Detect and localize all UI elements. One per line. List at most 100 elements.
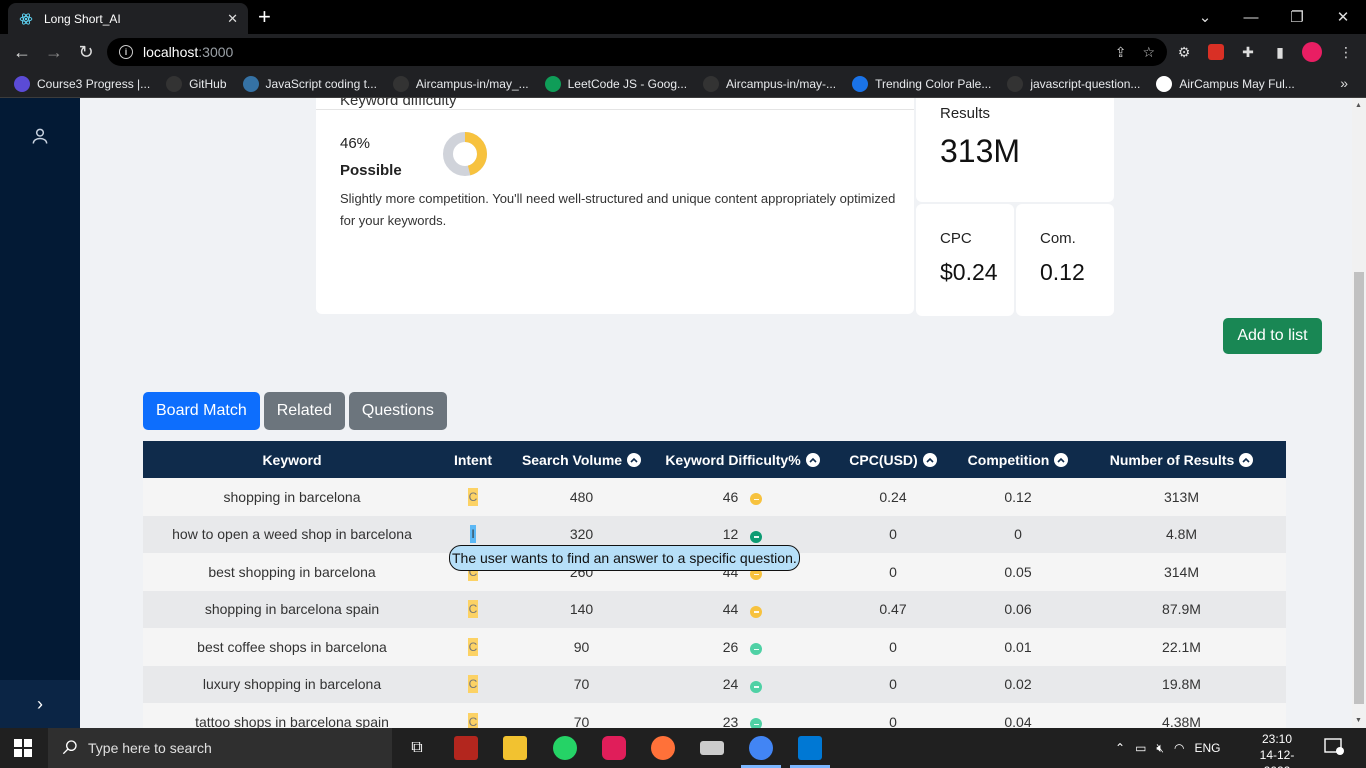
app-window-icon[interactable] [700,741,724,755]
cell-cpc: 0 [889,676,897,693]
cell-intent[interactable]: C [441,666,505,704]
sort-icon[interactable] [627,452,642,467]
bookmark-item[interactable]: AirCampus May Ful... [1156,75,1295,92]
whatsapp-icon[interactable] [553,736,577,760]
back-icon[interactable]: ← [10,40,34,64]
bookmark-item[interactable]: javascript-question... [1007,75,1140,92]
notification-icon[interactable] [1324,738,1344,756]
wifi-icon[interactable]: ◠ [1174,741,1184,755]
header-number-of-results[interactable]: Number of Results [1077,441,1286,478]
github-icon [1007,75,1024,92]
scroll-down-icon[interactable]: ▼ [1355,717,1362,724]
share-icon[interactable]: ⇪ [1115,44,1127,61]
table-row[interactable]: shopping in barcelona spain C 140 44 0.47 0.0… [143,590,1286,629]
url-input[interactable]: i localhost:3000 ⇪ ☆ [107,38,1167,66]
forward-icon[interactable]: → [42,40,66,64]
table-row[interactable]: luxury shopping in barcelona C 70 24 0 0.02 19… [143,665,1286,704]
sidebar-expand-icon[interactable]: › [0,680,80,728]
cell-search-volume: 480 [569,488,594,505]
table-row[interactable]: shopping in barcelona C 480 46 0.24 0.12 313M [143,478,1286,516]
page-scrollbar[interactable]: ▲ ▼ [1352,98,1366,728]
tab-close-icon[interactable]: ✕ [227,11,238,27]
cell-keyword-difficulty: 24 [658,666,827,704]
header-search-volume[interactable]: Search Volume [505,441,658,478]
intent-badge[interactable]: C [468,487,478,506]
winrar-icon[interactable] [454,736,478,760]
header-competition[interactable]: Competition [959,441,1077,478]
kd-value: 46 [722,488,739,505]
bookmarks-bar: Course3 Progress |... GitHub JavaScript co… [0,70,1366,98]
chrome-menu-icon[interactable]: ⋮ [1334,40,1358,64]
vscode-icon[interactable] [798,736,822,760]
table-row[interactable]: tattoo shops in barcelona spain C 70 23 0 0.0… [143,703,1286,728]
table-row[interactable]: best coffee shops in barcelona C 90 26 0 0.01… [143,628,1286,666]
language-indicator[interactable]: ENG [1194,741,1220,755]
cell-intent[interactable]: C [441,478,505,516]
bookmark-item[interactable]: JavaScript coding t... [242,75,377,92]
taskbar-search-input[interactable]: Type here to search [48,728,392,768]
battery-icon[interactable]: ▭ [1135,741,1146,755]
bookmark-item[interactable]: LeetCode JS - Goog... [544,75,687,92]
cell-competition: 0 [1014,526,1022,543]
cell-keyword-difficulty: 26 [658,628,827,666]
volume-muted-icon[interactable]: 🔇︎ [1156,741,1164,756]
bookmark-item[interactable]: Aircampus-in/may_... [392,75,529,92]
bookmark-item[interactable]: Aircampus-in/may-... [703,75,836,92]
cell-search-volume: 140 [569,601,594,618]
reload-icon[interactable]: ↻ [74,40,98,64]
bookmark-item[interactable]: Trending Color Pale... [852,75,991,92]
cell-intent[interactable]: C [441,628,505,666]
github-icon [166,75,183,92]
file-explorer-icon[interactable] [503,736,527,760]
sort-icon[interactable] [922,452,937,467]
intent-badge[interactable]: C [468,712,478,728]
sort-icon[interactable] [1239,452,1254,467]
task-view-icon[interactable]: ⧉ [405,736,429,760]
keyword-difficulty-card: Keyword difficulty 46% Possible Slightly… [316,98,914,314]
bookmark-item[interactable]: Course3 Progress |... [14,75,150,92]
chevron-up-icon[interactable]: ⌃ [1115,741,1125,755]
tab-board-match[interactable]: Board Match [143,392,260,430]
slack-icon[interactable] [602,736,626,760]
minimize-icon[interactable]: — [1228,0,1274,34]
tab-related[interactable]: Related [263,392,345,430]
profile-avatar-icon[interactable] [1300,40,1324,64]
header-keyword: Keyword [262,451,322,468]
tab-search-icon[interactable]: ⌄ [1182,0,1228,34]
user-icon[interactable] [30,126,50,146]
intent-badge[interactable]: I [470,525,476,544]
site-info-icon[interactable]: i [119,45,133,59]
close-window-icon[interactable]: ✕ [1320,0,1366,34]
windows-start-icon[interactable] [14,739,32,757]
intent-badge[interactable]: C [468,675,478,694]
taskbar-clock[interactable]: 23:10 14-12-2022 [1250,731,1304,768]
add-to-list-button[interactable]: Add to list [1223,318,1322,354]
header-cpc[interactable]: CPC(USD) [827,441,959,478]
cell-results: 4.8M [1165,526,1198,543]
scroll-up-icon[interactable]: ▲ [1355,102,1362,109]
firefox-icon[interactable] [651,736,675,760]
sort-icon[interactable] [1054,452,1069,467]
extension-red-icon[interactable] [1204,40,1228,64]
bookmark-item[interactable]: GitHub [166,75,227,92]
side-panel-icon[interactable]: ▮ [1268,40,1292,64]
restore-icon[interactable]: ❐ [1274,0,1320,34]
tab-questions[interactable]: Questions [348,392,447,430]
difficulty-dot-icon [750,493,763,506]
intent-badge[interactable]: C [468,637,478,656]
main-content: Keyword difficulty 46% Possible Slightly… [80,98,1352,728]
sort-icon[interactable] [805,452,820,467]
header-keyword-difficulty[interactable]: Keyword Difficulty% [658,441,827,478]
extensions-puzzle-icon[interactable]: ✚ [1236,40,1260,64]
table-body: shopping in barcelona C 480 46 0.24 0.12 313M h… [143,478,1286,728]
bookmark-star-icon[interactable]: ☆ [1142,44,1155,61]
chrome-icon[interactable] [749,736,773,760]
extension-gear-icon[interactable]: ⚙ [1172,40,1196,64]
new-tab-icon[interactable]: + [258,4,271,30]
cell-intent[interactable]: C [441,703,505,728]
bookmarks-overflow-icon[interactable]: » [1340,75,1348,91]
scrollbar-thumb[interactable] [1354,272,1364,704]
intent-badge[interactable]: C [468,600,478,619]
cell-intent[interactable]: C [441,591,505,629]
browser-tab[interactable]: Long Short_AI ✕ [8,3,248,34]
